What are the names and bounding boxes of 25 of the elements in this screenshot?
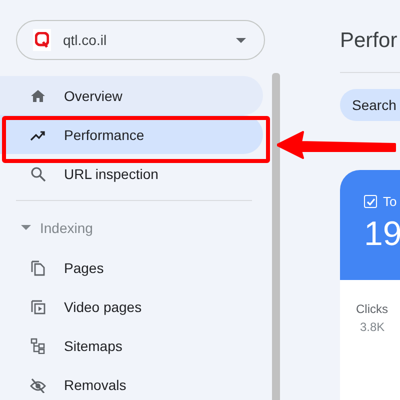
metric-label: Clicks (356, 302, 389, 316)
logo-icon (33, 29, 51, 51)
search-icon (30, 166, 46, 182)
sitemap-icon (30, 338, 46, 354)
nav-item[interactable]: Pages (0, 248, 263, 287)
page-title: Perfor (340, 29, 398, 54)
dropdown-caret-icon (236, 38, 246, 42)
property-selector[interactable]: qtl.co.il (16, 20, 265, 60)
nav-item[interactable]: Video pages (0, 287, 263, 326)
metric-value: 19 (364, 215, 400, 254)
nav-item[interactable]: Sitemaps (0, 326, 263, 365)
checkbox[interactable] (364, 195, 377, 208)
nav-item[interactable]: URL inspection (0, 154, 263, 193)
scrollbar[interactable] (272, 73, 280, 400)
search-chip[interactable]: Search (340, 89, 400, 121)
home-icon (30, 88, 46, 104)
metric-value: 3.8K (360, 320, 386, 334)
metric-card[interactable]: To 19 (340, 170, 400, 280)
video-icon (30, 298, 46, 314)
eye-off-icon (30, 376, 46, 392)
nav-item[interactable]: Overview (0, 76, 263, 115)
pages-icon (30, 260, 46, 276)
metric-label: To (383, 194, 397, 209)
caret-icon (21, 225, 31, 231)
nav-item[interactable]: Removals (0, 365, 263, 400)
